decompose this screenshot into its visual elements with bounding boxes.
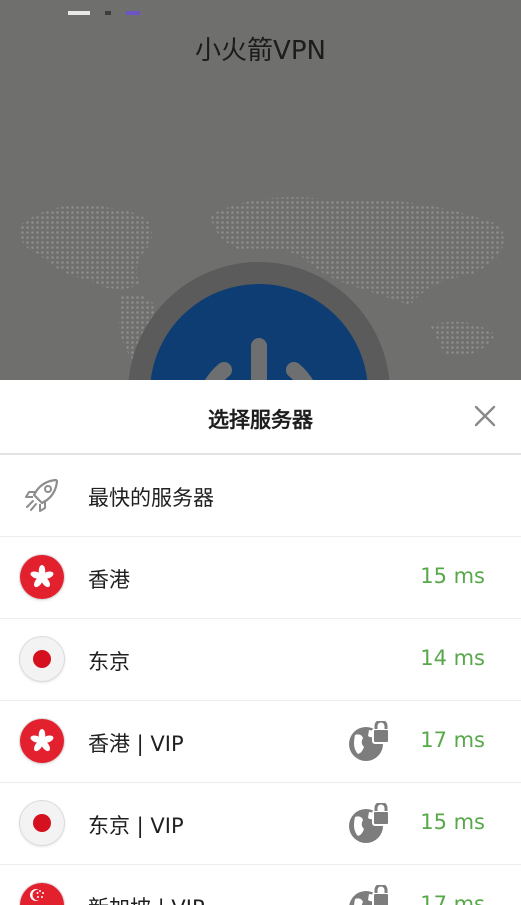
status-bar	[68, 0, 150, 15]
list-item-server-hongkong[interactable]: 香港 15 ms	[0, 537, 521, 619]
server-ping: 17 ms	[420, 892, 485, 905]
sheet-title: 选择服务器	[208, 408, 313, 432]
connect-button-face	[150, 284, 368, 380]
globe-lock-icon	[349, 803, 390, 843]
list-item-fastest-server[interactable]: 最快的服务器	[0, 455, 521, 537]
server-label: 香港	[88, 568, 130, 592]
main-screen-background: 小火箭VPN	[0, 0, 521, 380]
server-ping: 14 ms	[420, 646, 485, 670]
hong-kong-flag-icon	[20, 719, 64, 763]
close-button[interactable]	[471, 402, 499, 430]
hong-kong-flag-icon	[20, 555, 64, 599]
japan-flag-icon	[20, 637, 64, 681]
server-ping: 17 ms	[420, 728, 485, 752]
japan-flag-icon	[20, 801, 64, 845]
server-label: 新加坡 | VIP	[88, 892, 205, 905]
fastest-server-label: 最快的服务器	[88, 486, 214, 510]
server-ping: 15 ms	[420, 810, 485, 834]
server-ping: 15 ms	[420, 564, 485, 588]
globe-lock-icon	[349, 885, 390, 905]
globe-lock-icon	[349, 721, 390, 761]
rocket-icon	[19, 472, 65, 518]
close-icon	[474, 405, 496, 427]
sheet-header: 选择服务器	[0, 380, 521, 455]
list-item-server-singapore-vip[interactable]: 新加坡 | VIP 17 ms	[0, 865, 521, 905]
list-item-server-tokyo-vip[interactable]: 东京 | VIP 15 ms	[0, 783, 521, 865]
list-item-server-hongkong-vip[interactable]: 香港 | VIP 17 ms	[0, 701, 521, 783]
server-label: 东京	[88, 650, 130, 674]
power-icon	[205, 338, 313, 380]
app-title: 小火箭VPN	[195, 36, 326, 66]
server-label: 香港 | VIP	[88, 732, 184, 756]
server-label: 东京 | VIP	[88, 814, 184, 838]
list-item-server-tokyo[interactable]: 东京 14 ms	[0, 619, 521, 701]
server-select-sheet: 选择服务器 最快的服务器 香港 15 ms 东京 14 ms 香港 | VIP …	[0, 380, 521, 905]
singapore-flag-icon	[20, 883, 64, 905]
